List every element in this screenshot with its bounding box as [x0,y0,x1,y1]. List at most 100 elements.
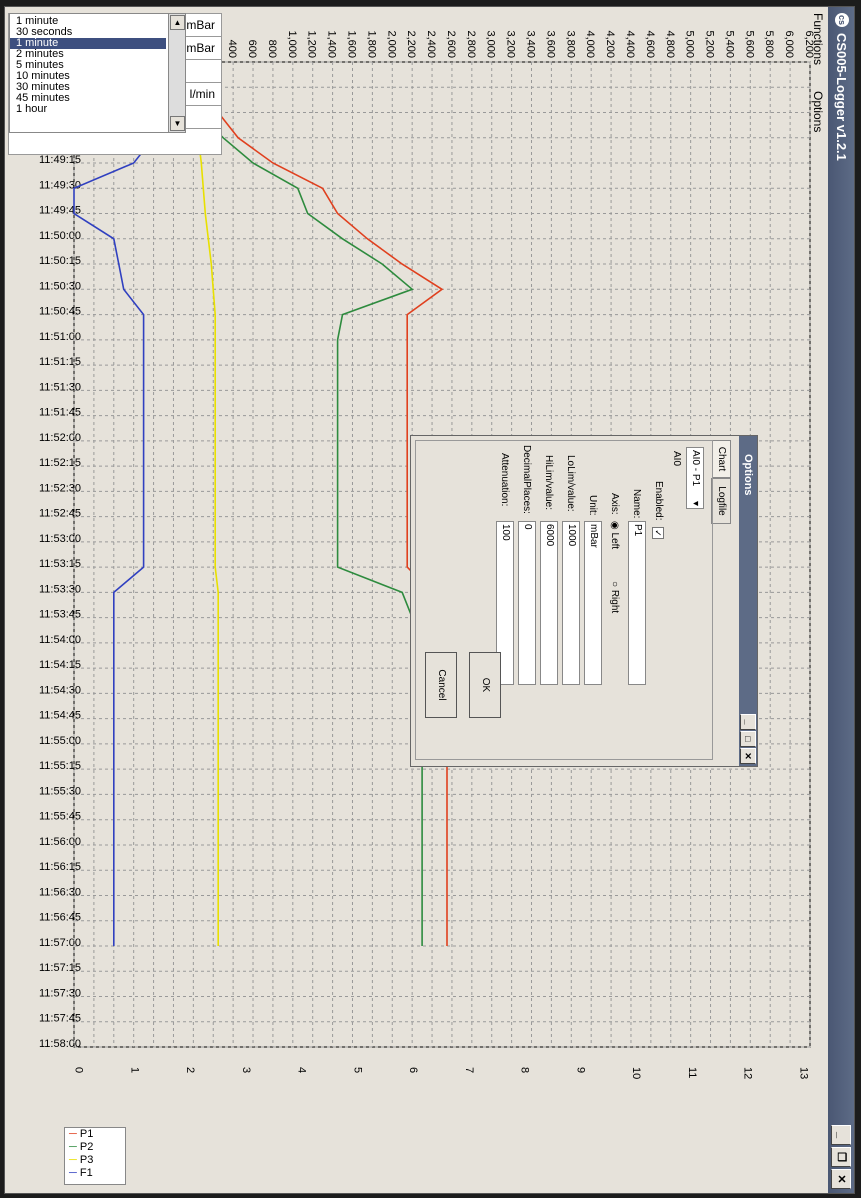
right-tick-label: 10 [630,1067,642,1079]
enabled-checkbox[interactable]: ✓ [652,527,664,539]
scroll-up-icon[interactable]: ▲ [170,15,185,30]
y-tick-label: 5,000 [684,30,696,58]
cancel-button[interactable]: Cancel [425,652,457,718]
y-tick-label: 5,600 [743,30,755,58]
x-tick-label: 11:54:00 [39,634,81,646]
x-tick-label: 11:52:45 [39,508,81,520]
y-tick-label: 5,400 [723,30,735,58]
y-tick-label: 1,000 [286,30,298,58]
right-tick-label: 2 [184,1067,196,1073]
x-tick-label: 11:56:00 [39,836,81,848]
y-tick-label: 1,400 [326,30,338,58]
dialog-title-bar: Options _ □ ✕ [739,436,757,766]
dialog-close-button[interactable]: ✕ [740,748,756,764]
ok-button[interactable]: OK [469,652,501,718]
x-tick-label: 11:57:00 [39,937,81,949]
interval-list[interactable]: 1 minute 30 seconds 1 minute 2 minutes 5 min… [9,13,186,133]
right-tick-label: 5 [351,1067,363,1073]
right-tick-label: 11 [686,1067,698,1078]
x-tick-label: 11:55:00 [39,735,81,747]
x-tick-label: 11:56:30 [39,886,81,898]
x-tick-label: 11:53:00 [39,533,81,545]
right-tick-label: 4 [296,1067,308,1073]
axis-label: Axis: [609,493,620,515]
name-input[interactable]: P1 [628,521,646,685]
decimal-input[interactable]: 0 [518,521,536,685]
dialog-title: Options [742,454,754,496]
chevron-down-icon: ▾ [690,500,701,506]
x-tick-label: 11:51:45 [39,407,81,419]
axis-right-radio[interactable]: ○ Right [609,581,620,613]
x-tick-label: 11:57:45 [39,1013,81,1025]
tab-panel: AI0 - P1 ▾ AI0 Enabled: ✓ Name: P1 Axis: … [415,440,713,760]
x-tick-label: 11:51:15 [39,356,81,368]
rotated-frame: cs CS005-Logger v1.2.1 _ ❐ ✕ Functions O… [0,0,861,1198]
y-tick-label: 5,800 [763,30,775,58]
x-tick-label: 11:50:15 [39,255,81,267]
hilim-input[interactable]: 6000 [540,521,558,685]
y-tick-label: 1,200 [306,30,318,58]
x-tick-label: 11:51:30 [39,381,81,393]
x-tick-label: 11:56:15 [39,861,81,873]
x-tick-label: 11:56:45 [39,912,81,924]
x-tick-label: 11:57:30 [39,987,81,999]
x-tick-label: 11:50:45 [39,306,81,318]
dialog-minimize-button[interactable]: _ [740,714,756,730]
x-tick-label: 11:53:30 [39,583,81,595]
y-tick-label: 4,000 [584,30,596,58]
list-scrollbar[interactable]: ▲ ▼ [168,14,185,132]
app-window: cs CS005-Logger v1.2.1 _ ❐ ✕ Functions O… [4,6,855,1194]
interval-option[interactable]: 1 hour [10,103,166,115]
x-tick-label: 11:55:45 [39,811,81,823]
y-tick-label: 2,200 [405,30,417,58]
y-tick-label: 4,800 [664,30,676,58]
scroll-down-icon[interactable]: ▼ [170,116,185,131]
right-tick-label: 7 [463,1067,475,1073]
y-tick-label: 6,200 [803,30,815,58]
x-tick-label: 11:57:15 [39,962,81,974]
x-tick-label: 11:55:15 [39,760,81,772]
right-tick-label: 6 [407,1067,419,1073]
x-tick-label: 11:53:15 [39,558,81,570]
enabled-label: Enabled: [653,481,664,521]
y-tick-label: 400 [226,40,238,58]
y-tick-label: 3,000 [485,30,497,58]
screen: cs CS005-Logger v1.2.1 _ ❐ ✕ Functions O… [0,0,861,1198]
x-tick-label: 11:52:30 [39,482,81,494]
y-tick-label: 3,600 [544,30,556,58]
y-tick-label: 3,400 [525,30,537,58]
right-tick-label: 0 [73,1067,85,1073]
unit-label: Unit: [587,495,598,516]
right-tick-label: 13 [797,1067,809,1079]
right-tick-label: 3 [240,1067,252,1073]
x-tick-label: 11:52:15 [39,457,81,469]
group-label: AI0 [671,451,682,467]
tab-chart[interactable]: Chart [712,440,731,478]
hilim-label: HiLim/value: [543,455,554,511]
x-tick-label: 11:53:45 [39,609,81,621]
y-tick-label: 2,600 [445,30,457,58]
axis-left-radio[interactable]: ◉ Left [609,521,620,549]
dialog-maximize-button[interactable]: □ [740,731,756,747]
y-tick-label: 600 [246,40,258,58]
x-tick-label: 11:50:30 [39,280,81,292]
y-tick-label: 1,600 [345,30,357,58]
legend-item-p3: ─ P3 [69,1154,94,1166]
x-tick-label: 11:54:45 [39,710,81,722]
options-dialog: Options _ □ ✕ Chart Logfile AI0 - P1 ▾ AI… [410,435,758,767]
x-tick-label: 11:52:00 [39,432,81,444]
x-tick-label: 11:55:30 [39,785,81,797]
x-tick-label: 11:51:00 [39,331,81,343]
channel-select[interactable]: AI0 - P1 ▾ [686,447,704,509]
tab-logfile[interactable]: Logfile [711,478,731,524]
legend-item-p1: ─ P1 [69,1128,94,1140]
right-tick-label: 12 [742,1067,754,1079]
decimal-label: DecimalPlaces: [521,445,532,514]
legend-item-p2: ─ P2 [69,1141,94,1153]
x-tick-label: 11:58:00 [39,1038,81,1050]
unit-input[interactable]: mBar [584,521,602,685]
y-tick-label: 1,800 [365,30,377,58]
y-tick-label: 4,200 [604,30,616,58]
lolim-input[interactable]: 1000 [562,521,580,685]
right-tick-label: 9 [574,1067,586,1073]
